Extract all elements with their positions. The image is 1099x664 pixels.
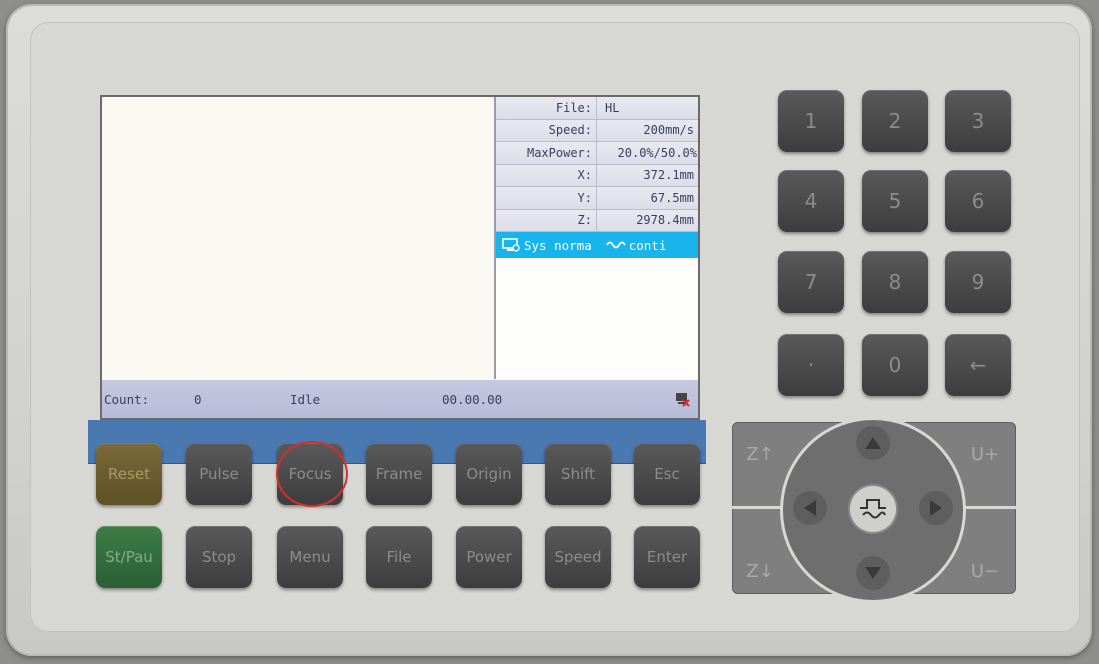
- info-label: File:: [555, 100, 592, 115]
- wave-icon: [605, 241, 626, 249]
- info-value: 67.5mm: [596, 187, 698, 209]
- info-row-x: X: 372.1mm: [496, 164, 698, 187]
- arrow-left-button[interactable]: [793, 491, 827, 525]
- arrow-up-button[interactable]: [856, 426, 890, 460]
- machine-state: Idle: [290, 392, 321, 407]
- arrow-right-button[interactable]: [919, 491, 953, 525]
- system-status-bar: Sys norma conti: [496, 232, 698, 258]
- count-value: 0: [194, 392, 202, 407]
- info-row-file: File: HL: [496, 97, 698, 120]
- start-pause-button[interactable]: St/Pau: [96, 526, 162, 588]
- key-7[interactable]: 7: [778, 251, 844, 313]
- info-row-z: Z: 2978.4mm: [496, 209, 698, 232]
- power-button[interactable]: Power: [456, 526, 522, 588]
- info-row-speed: Speed: 200mm/s: [496, 119, 698, 142]
- key-5[interactable]: 5: [862, 170, 928, 232]
- info-label: Y:: [577, 190, 592, 205]
- elapsed-time: 00.00.00: [442, 392, 503, 407]
- monitor-icon: [502, 238, 520, 252]
- disconnected-icon: [676, 393, 690, 407]
- stop-button[interactable]: Stop: [186, 526, 252, 588]
- u-minus-button[interactable]: U−: [965, 553, 1005, 589]
- focus-button[interactable]: Focus: [277, 443, 343, 505]
- frame-button[interactable]: Frame: [366, 443, 432, 505]
- info-label: Z:: [577, 213, 592, 228]
- triangle-down-icon: [865, 567, 881, 579]
- esc-button[interactable]: Esc: [634, 443, 700, 505]
- info-row-maxpower: MaxPower: 20.0%/50.0%: [496, 142, 698, 165]
- info-value: 200mm/s: [596, 119, 698, 141]
- key-6[interactable]: 6: [945, 170, 1011, 232]
- origin-button[interactable]: Origin: [456, 443, 522, 505]
- pulse-wave-icon: [860, 499, 886, 519]
- system-status-text: Sys norma: [524, 237, 592, 253]
- arrow-down-button[interactable]: [856, 556, 890, 590]
- info-value: 2978.4mm: [596, 209, 698, 231]
- file-preview-area: [102, 97, 496, 379]
- key-8[interactable]: 8: [862, 251, 928, 313]
- laser-pulse-button[interactable]: [850, 486, 896, 532]
- u-plus-button[interactable]: U+: [965, 436, 1005, 472]
- z-up-button[interactable]: Z↑: [740, 436, 780, 472]
- key-2[interactable]: 2: [862, 90, 928, 152]
- key-dot[interactable]: ·: [778, 334, 844, 396]
- mode-status-text: conti: [628, 237, 667, 253]
- file-button[interactable]: File: [366, 526, 432, 588]
- key-3[interactable]: 3: [945, 90, 1011, 152]
- bottom-status-line: Count: 0 Idle 00.00.00: [102, 380, 698, 418]
- menu-button[interactable]: Menu: [277, 526, 343, 588]
- triangle-right-icon: [930, 500, 942, 516]
- reset-button[interactable]: Reset: [96, 443, 162, 505]
- lcd-screen: File: HL Speed: 200mm/s MaxPower: 20.0%/…: [100, 95, 700, 420]
- pulse-button[interactable]: Pulse: [186, 443, 252, 505]
- info-label: MaxPower:: [526, 145, 592, 160]
- triangle-left-icon: [804, 500, 816, 516]
- count-label: Count:: [104, 392, 150, 407]
- z-down-button[interactable]: Z↓: [740, 553, 780, 589]
- key-9[interactable]: 9: [945, 251, 1011, 313]
- info-panel: File: HL Speed: 200mm/s MaxPower: 20.0%/…: [496, 97, 698, 379]
- enter-button[interactable]: Enter: [634, 526, 700, 588]
- shift-button[interactable]: Shift: [545, 443, 611, 505]
- key-0[interactable]: 0: [862, 334, 928, 396]
- info-value: 20.0%/50.0%: [596, 142, 698, 164]
- triangle-up-icon: [865, 437, 881, 449]
- key-4[interactable]: 4: [778, 170, 844, 232]
- speed-button[interactable]: Speed: [545, 526, 611, 588]
- info-label: Speed:: [548, 123, 592, 138]
- info-value: HL: [596, 97, 698, 119]
- backspace-key[interactable]: ←: [945, 334, 1011, 396]
- key-1[interactable]: 1: [778, 90, 844, 152]
- info-label: X:: [577, 168, 592, 183]
- info-row-y: Y: 67.5mm: [496, 187, 698, 210]
- info-value: 372.1mm: [596, 164, 698, 186]
